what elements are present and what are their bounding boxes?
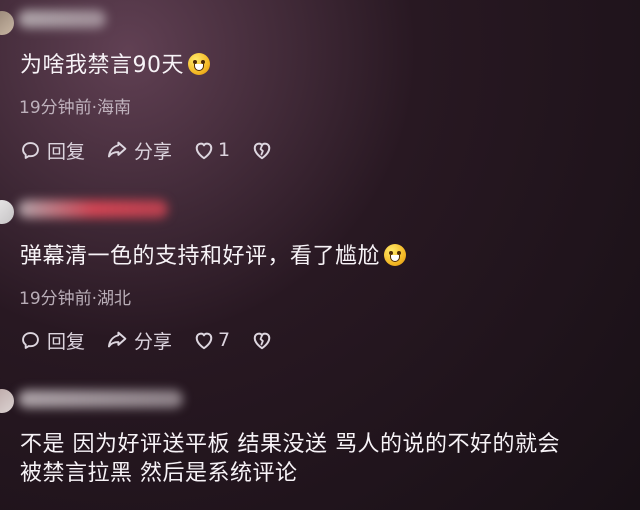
comment-bubble-icon xyxy=(18,138,42,162)
reply-button[interactable]: 回复 xyxy=(18,137,85,164)
grinning-sweat-emoji xyxy=(188,53,210,75)
broken-heart-icon xyxy=(250,328,274,352)
comment-bubble-icon xyxy=(18,328,42,352)
broken-heart-icon xyxy=(250,138,274,162)
share-icon xyxy=(105,328,129,352)
comment-text-line: 不是 因为好评送平板 结果没送 骂人的说的不好的就会 xyxy=(20,432,560,457)
like-button[interactable]: 1 xyxy=(192,138,230,162)
dislike-button[interactable] xyxy=(250,328,274,352)
comment-meta: 19分钟前·海南 xyxy=(19,98,132,118)
comment-text-line: 被禁言拉黑 然后是系统评论 xyxy=(20,461,298,487)
comment-text: 不是 因为好评送平板 结果没送 骂人的说的不好的就会 被禁言拉黑 然后是系统评论 xyxy=(20,430,640,488)
reply-label: 回复 xyxy=(47,140,86,163)
like-count: 7 xyxy=(218,329,231,351)
comment-text: 为啥我禁言90天 xyxy=(20,52,210,80)
comment-text-content: 弹幕清一色的支持和好评，看了尴尬 xyxy=(20,244,381,269)
comment-item: 为啥我禁言90天 19分钟前·海南 回复 分享 1 xyxy=(0,0,640,170)
heart-icon xyxy=(192,328,216,352)
reply-button[interactable]: 回复 xyxy=(18,327,85,354)
heart-icon xyxy=(192,138,216,162)
avatar[interactable] xyxy=(0,389,14,413)
share-button[interactable]: 分享 xyxy=(105,137,172,164)
comment-text: 弹幕清一色的支持和好评，看了尴尬 xyxy=(20,243,407,271)
comment-text-content: 为啥我禁言90天 xyxy=(20,53,184,78)
like-count: 1 xyxy=(218,139,231,161)
avatar[interactable] xyxy=(0,200,14,224)
share-label: 分享 xyxy=(134,330,173,353)
comment-actions: 回复 分享 1 xyxy=(18,136,274,164)
comment-meta: 19分钟前·湖北 xyxy=(19,289,132,309)
comment-thread: 为啥我禁言90天 19分钟前·海南 回复 分享 1 弹幕清一色的支持和好评，看了… xyxy=(0,0,640,510)
comment-item: 不是 因为好评送平板 结果没送 骂人的说的不好的就会 被禁言拉黑 然后是系统评论 xyxy=(0,370,640,510)
username-blurred[interactable] xyxy=(18,390,183,408)
username-blurred[interactable] xyxy=(18,200,168,218)
grinning-sweat-emoji xyxy=(384,244,407,266)
avatar[interactable] xyxy=(0,11,14,35)
share-button[interactable]: 分享 xyxy=(105,327,172,354)
like-button[interactable]: 7 xyxy=(192,328,230,352)
share-label: 分享 xyxy=(134,140,173,163)
share-icon xyxy=(105,138,129,162)
comment-item: 弹幕清一色的支持和好评，看了尴尬 19分钟前·湖北 回复 分享 7 xyxy=(0,170,640,370)
dislike-button[interactable] xyxy=(250,138,274,162)
username-blurred[interactable] xyxy=(18,10,106,28)
reply-label: 回复 xyxy=(47,330,86,353)
comment-actions: 回复 分享 7 xyxy=(18,326,274,354)
